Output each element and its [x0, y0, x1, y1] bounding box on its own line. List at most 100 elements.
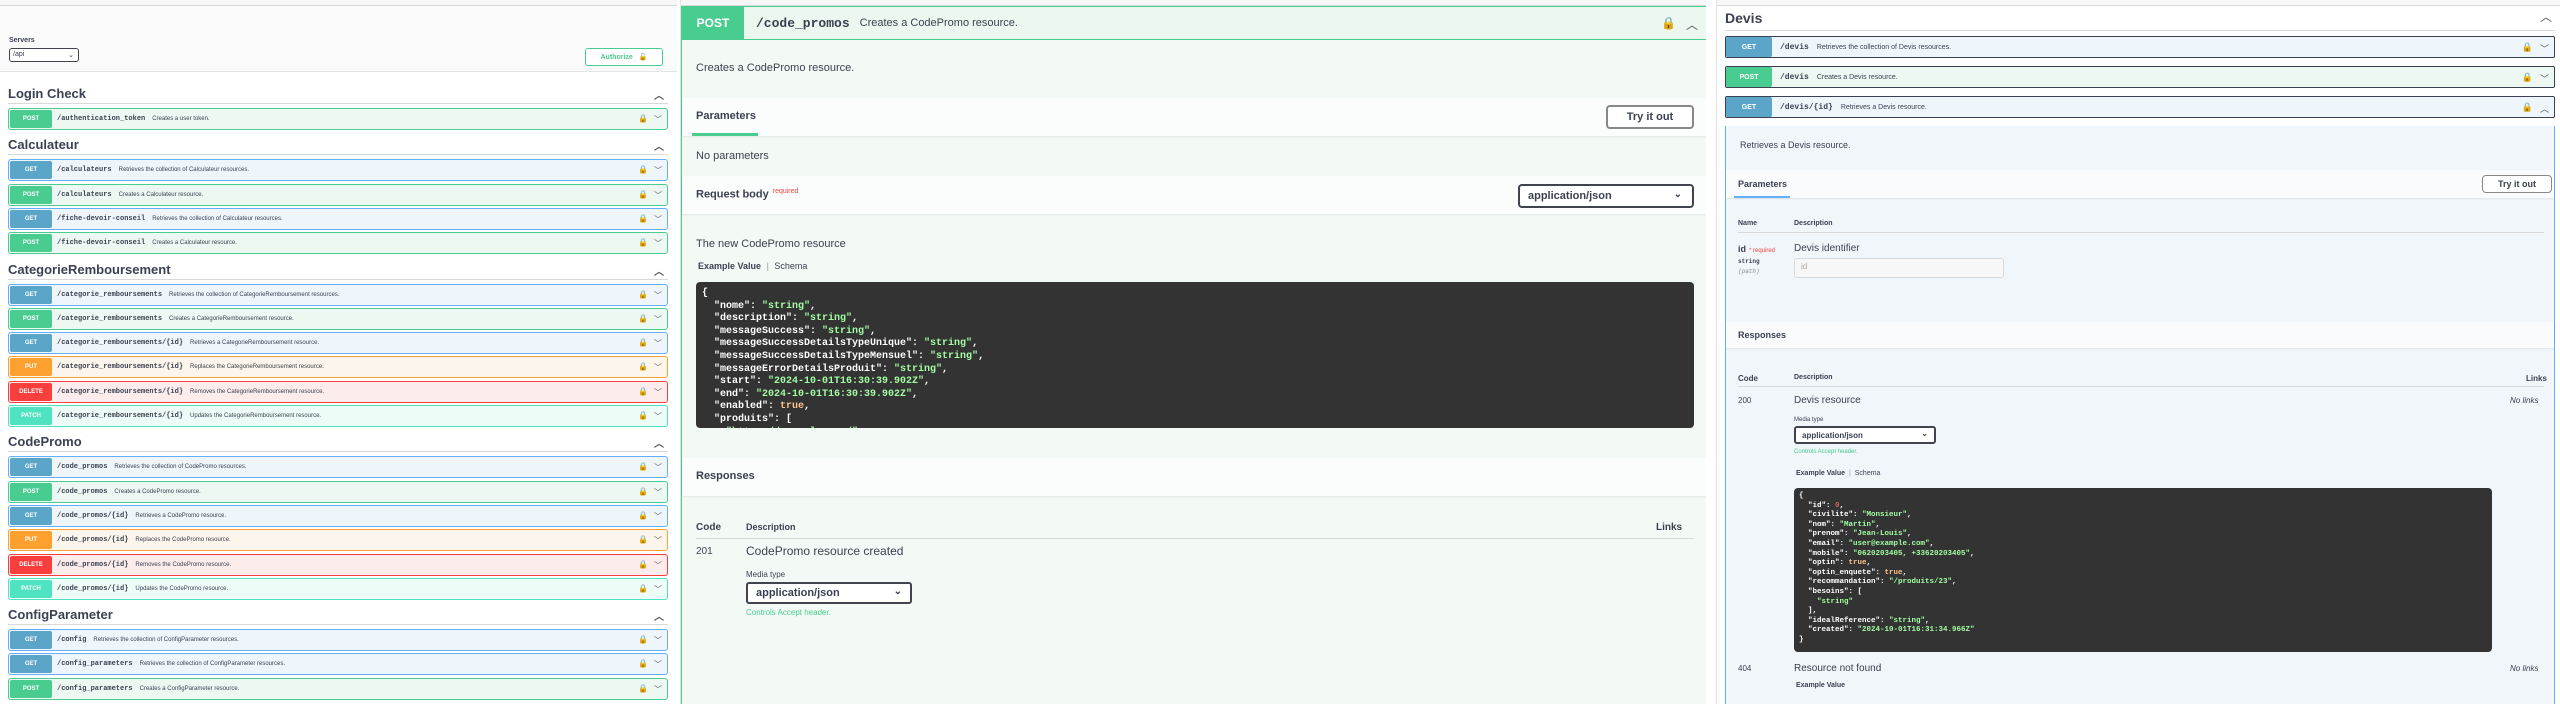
lock-icon[interactable]: 🔒 — [638, 190, 648, 201]
operation-row[interactable]: DELETE/categorie_remboursements/{id} Remo… — [8, 380, 668, 403]
operation-row[interactable]: GET/categorie_remboursements/{id} Retriev… — [8, 332, 668, 355]
lock-icon[interactable]: 🔒 — [638, 338, 648, 349]
example-value-tab[interactable]: Example Value — [1796, 470, 1845, 477]
chevron-down-icon[interactable]: ﹀ — [654, 238, 662, 249]
devis-media-type-select[interactable]: application/json ⌄ — [1794, 426, 1936, 444]
operation-row[interactable]: POST/config_parameters Creates a ConfigPa… — [8, 677, 668, 700]
lock-icon[interactable]: 🔒 — [638, 362, 648, 373]
chevron-down-icon[interactable]: ﹀ — [654, 387, 662, 398]
lock-icon[interactable]: 🔒 — [2522, 102, 2533, 115]
operation-row[interactable]: GET/code_promos/{id} Retrieves a CodeProm… — [8, 504, 668, 527]
chevron-up-icon[interactable]: ︿ — [654, 435, 664, 450]
devis-operation-row[interactable]: POST/devis Creates a Devis resource. 🔒 ﹀ — [1725, 66, 2555, 88]
devis-parameters-tab[interactable]: Parameters — [1738, 179, 1787, 189]
operation-row[interactable]: GET/calculateurs Retrieves the collection… — [8, 159, 668, 182]
chevron-down-icon[interactable]: ﹀ — [654, 584, 662, 595]
operation-row[interactable]: PUT/code_promos/{id} Replaces the CodePro… — [8, 529, 668, 552]
example-value-tab[interactable]: Example Value — [698, 261, 761, 271]
chevron-up-icon[interactable]: ︿ — [654, 263, 664, 278]
operation-summary[interactable]: POST /code_promos Creates a CodePromo re… — [681, 6, 1706, 40]
lock-icon[interactable]: 🔒 — [638, 487, 648, 498]
example-value-tab-404[interactable]: Example Value — [1796, 682, 1845, 689]
devis-operation-row[interactable]: GET/devis/{id} Retrieves a Devis resource… — [1725, 96, 2555, 118]
content-type-select[interactable]: application/json ⌄ — [1518, 184, 1694, 208]
chevron-down-icon[interactable]: ﹀ — [654, 362, 662, 373]
chevron-down-icon[interactable]: ﹀ — [654, 165, 662, 176]
chevron-up-icon[interactable]: ︿ — [2540, 8, 2552, 25]
lock-icon[interactable]: 🔒 — [638, 635, 648, 646]
lock-icon[interactable]: 🔒 — [638, 560, 648, 571]
lock-icon[interactable]: 🔒 — [638, 511, 648, 522]
chevron-down-icon[interactable]: ﹀ — [654, 290, 662, 301]
lock-icon[interactable]: 🔒 — [638, 411, 648, 422]
chevron-down-icon[interactable]: ﹀ — [654, 487, 662, 498]
chevron-up-icon[interactable]: ︿ — [654, 138, 664, 153]
chevron-up-icon[interactable]: ︿ — [1686, 16, 1698, 33]
param-id-input[interactable]: id — [1794, 258, 2004, 278]
operation-row[interactable]: GET/config_parameters Retrieves the colle… — [8, 653, 668, 676]
tag-header[interactable]: ConfigParameter ︿ — [8, 605, 668, 626]
lock-icon[interactable]: 🔒 — [638, 114, 648, 125]
operation-row[interactable]: POST/calculateurs Creates a Calculateur r… — [8, 183, 668, 206]
tag-header[interactable]: Calculateur ︿ — [8, 135, 668, 156]
operation-row[interactable]: GET/fiche-devoir-conseil Retrieves the co… — [8, 207, 668, 230]
chevron-down-icon[interactable]: ﹀ — [2540, 72, 2549, 85]
media-type-select[interactable]: application/json ⌄ — [746, 582, 912, 604]
operation-row[interactable]: PATCH/categorie_remboursements/{id} Updat… — [8, 405, 668, 427]
try-it-out-button[interactable]: Try it out — [1606, 105, 1694, 129]
chevron-down-icon[interactable]: ﹀ — [654, 635, 662, 646]
chevron-down-icon[interactable]: ﹀ — [654, 214, 662, 225]
lock-icon[interactable]: 🔒 — [1661, 16, 1676, 33]
lock-icon[interactable]: 🔒 — [638, 238, 648, 249]
tag-header[interactable]: CategorieRemboursement ︿ — [8, 260, 668, 280]
servers-select[interactable]: /api ⌄ — [9, 48, 79, 62]
operation-row[interactable]: POST/authentication_token Creates a user … — [8, 108, 668, 130]
operation-row[interactable]: GET/categorie_remboursements Retrieves th… — [8, 283, 668, 306]
operation-path: /code_promos — [57, 487, 108, 496]
lock-icon[interactable]: 🔒 — [2522, 42, 2533, 55]
devis-try-it-out-button[interactable]: Try it out — [2482, 175, 2552, 193]
chevron-down-icon[interactable]: ﹀ — [654, 462, 662, 473]
operation-row[interactable]: POST/categorie_remboursements Creates a C… — [8, 307, 668, 330]
chevron-down-icon[interactable]: ﹀ — [2540, 42, 2549, 55]
chevron-down-icon[interactable]: ﹀ — [654, 411, 662, 422]
parameters-tab[interactable]: Parameters — [696, 110, 756, 122]
chevron-down-icon[interactable]: ﹀ — [654, 535, 662, 546]
chevron-up-icon[interactable]: ︿ — [2540, 102, 2549, 115]
chevron-down-icon[interactable]: ﹀ — [654, 560, 662, 571]
lock-icon[interactable]: 🔒 — [638, 387, 648, 398]
lock-icon[interactable]: 🔒 — [638, 314, 648, 325]
operation-row[interactable]: PATCH/code_promos/{id} Updates the CodePr… — [8, 577, 668, 600]
chevron-down-icon[interactable]: ﹀ — [654, 114, 662, 125]
authorize-button[interactable]: Authorize 🔓 — [585, 48, 663, 66]
chevron-down-icon[interactable]: ﹀ — [654, 314, 662, 325]
lock-icon[interactable]: 🔒 — [2522, 72, 2533, 85]
lock-icon[interactable]: 🔒 — [638, 165, 648, 176]
operation-row[interactable]: DELETE/code_promos/{id} Removes the CodeP… — [8, 553, 668, 576]
operation-row[interactable]: GET/config Retrieves the collection of Co… — [8, 629, 668, 652]
operation-row[interactable]: POST/code_promos Creates a CodePromo reso… — [8, 480, 668, 503]
chevron-down-icon[interactable]: ﹀ — [654, 338, 662, 349]
schema-tab[interactable]: Schema — [774, 261, 807, 271]
tag-header[interactable]: CodePromo ︿ — [8, 432, 668, 453]
lock-icon[interactable]: 🔒 — [638, 462, 648, 473]
devis-operation-row[interactable]: GET/devis Retrieves the collection of Dev… — [1725, 36, 2555, 58]
operation-row[interactable]: GET/code_promos Retrieves the collection … — [8, 456, 668, 479]
chevron-down-icon[interactable]: ﹀ — [654, 511, 662, 522]
devis-tag-title[interactable]: Devis — [1725, 10, 1762, 26]
tag-header[interactable]: Login Check ︿ — [8, 84, 668, 104]
operation-row[interactable]: PUT/categorie_remboursements/{id} Replace… — [8, 356, 668, 379]
lock-icon[interactable]: 🔒 — [638, 684, 648, 695]
lock-icon[interactable]: 🔒 — [638, 535, 648, 546]
lock-icon[interactable]: 🔒 — [638, 584, 648, 595]
operation-row[interactable]: POST/fiche-devoir-conseil Creates a Calcu… — [8, 232, 668, 255]
chevron-down-icon[interactable]: ﹀ — [654, 659, 662, 670]
chevron-down-icon[interactable]: ﹀ — [654, 684, 662, 695]
chevron-up-icon[interactable]: ︿ — [654, 608, 664, 623]
lock-icon[interactable]: 🔒 — [638, 214, 648, 225]
chevron-up-icon[interactable]: ︿ — [654, 87, 664, 102]
schema-tab[interactable]: Schema — [1855, 470, 1881, 477]
lock-icon[interactable]: 🔒 — [638, 659, 648, 670]
lock-icon[interactable]: 🔒 — [638, 290, 648, 301]
chevron-down-icon[interactable]: ﹀ — [654, 190, 662, 201]
